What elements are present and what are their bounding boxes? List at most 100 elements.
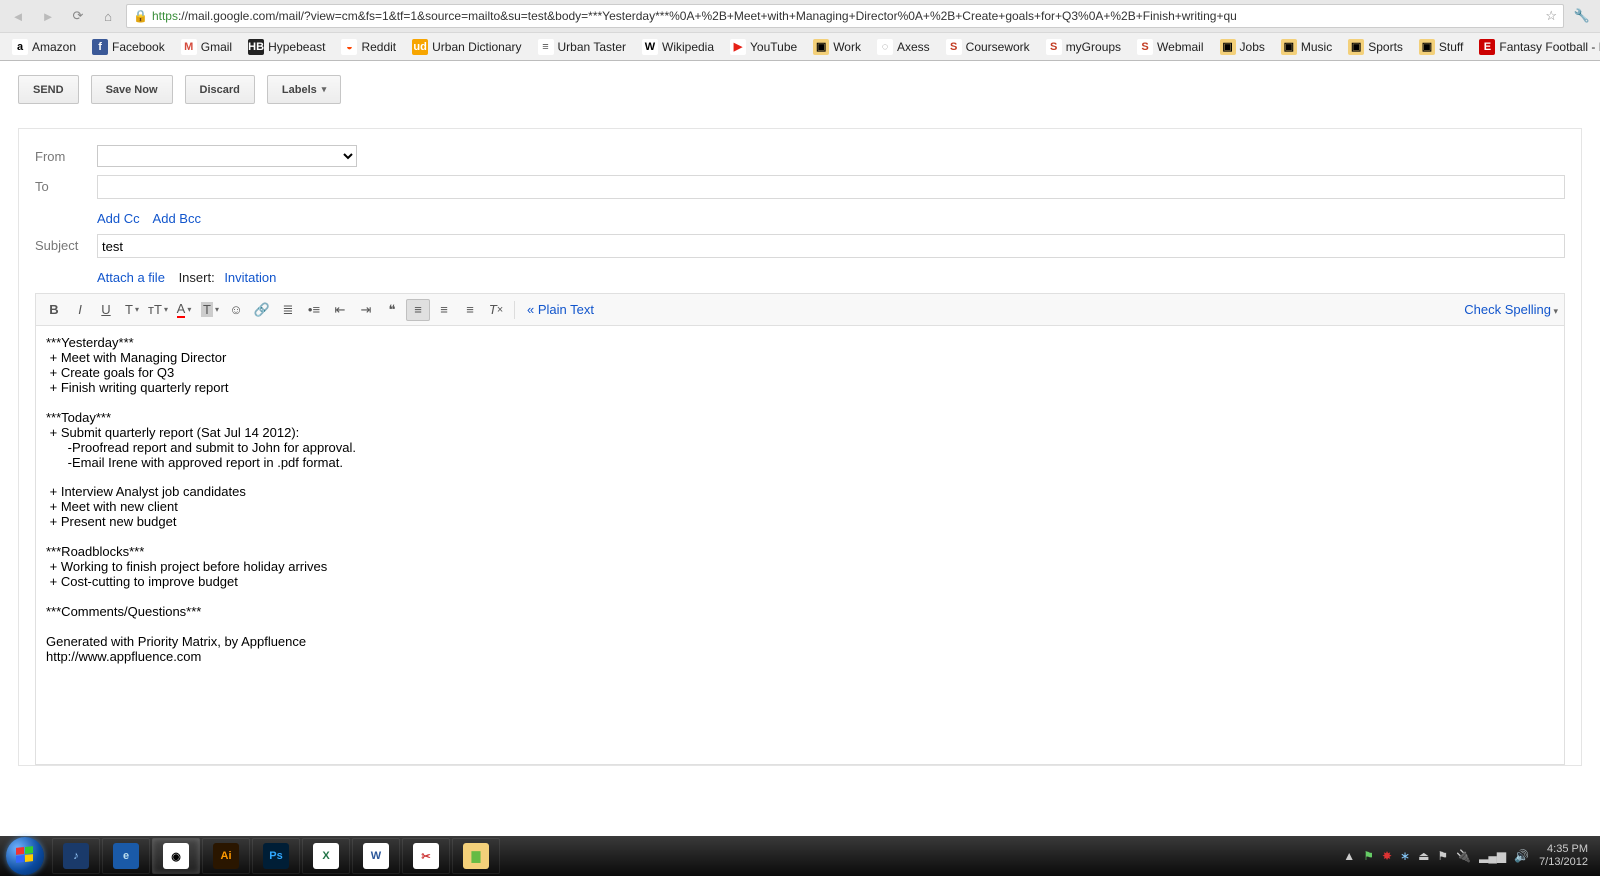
clear-format-button[interactable]: T× (484, 299, 508, 321)
bookmark-icon: ◒ (341, 39, 357, 55)
add-cc-link[interactable]: Add Cc (97, 211, 140, 226)
bookmark-icon: E (1479, 39, 1495, 55)
font-color-button[interactable]: A (172, 299, 196, 321)
bookmark-axess[interactable]: ◌ Axess (871, 37, 936, 57)
tray-sync-icon[interactable]: ✸ (1382, 849, 1392, 863)
highlight-button[interactable]: T (198, 299, 222, 321)
tray-wifi-icon[interactable]: ▂▄▆ (1479, 849, 1506, 863)
underline-button[interactable]: U (94, 299, 118, 321)
bookmark-label: Music (1301, 40, 1332, 54)
invitation-link[interactable]: Invitation (224, 270, 276, 285)
bookmark-fantasy-football-e-[interactable]: E Fantasy Football - E... (1473, 37, 1600, 57)
bookmark-stuff[interactable]: ▣Stuff (1413, 37, 1469, 57)
italic-button[interactable]: I (68, 299, 92, 321)
bold-button[interactable]: B (42, 299, 66, 321)
font-size-button[interactable]: тT (146, 299, 170, 321)
save-now-button[interactable]: Save Now (91, 75, 173, 104)
lock-icon: 🔒 (133, 9, 148, 23)
taskbar-ie[interactable]: e (102, 838, 150, 874)
bookmark-sports[interactable]: ▣Sports (1342, 37, 1409, 57)
bookmark-mygroups[interactable]: SmyGroups (1040, 37, 1127, 57)
taskbar-word[interactable]: W (352, 838, 400, 874)
taskbar-photoshop[interactable]: Ps (252, 838, 300, 874)
tray-bluetooth-icon[interactable]: ∗ (1400, 849, 1410, 863)
subject-input[interactable] (97, 234, 1565, 258)
align-center-button[interactable]: ≡ (432, 299, 456, 321)
bookmark-urban-dictionary[interactable]: udUrban Dictionary (406, 37, 527, 57)
bookmark-facebook[interactable]: fFacebook (86, 37, 171, 57)
bookmarks-bar: aAmazonfFacebookMGmailHBHypebeast ◒ Reddit… (0, 32, 1600, 60)
taskbar-explorer[interactable]: ▇ (452, 838, 500, 874)
align-right-button[interactable]: ≡ (458, 299, 482, 321)
taskbar-itunes[interactable]: ♪ (52, 838, 100, 874)
bookmark-label: Webmail (1157, 40, 1203, 54)
bookmark-jobs[interactable]: ▣Jobs (1214, 37, 1271, 57)
tray-flag-icon[interactable]: ⚑ (1363, 849, 1374, 863)
indent-button[interactable]: ⇥ (354, 299, 378, 321)
bookmark-urban-taster[interactable]: ≡Urban Taster (532, 37, 632, 57)
bookmark-work[interactable]: ▣Work (807, 37, 867, 57)
browser-chrome: ◄ ► ⟳ ⌂ 🔒 https://mail.google.com/mail/?… (0, 0, 1600, 61)
compose-wrap: SEND Save Now Discard Labels From To Add… (0, 61, 1600, 780)
discard-button[interactable]: Discard (185, 75, 255, 104)
bookmark-webmail[interactable]: S Webmail (1131, 37, 1209, 57)
tray-up-icon[interactable]: ▲ (1343, 849, 1355, 863)
taskbar-illustrator[interactable]: Ai (202, 838, 250, 874)
bookmark-reddit[interactable]: ◒ Reddit (335, 37, 402, 57)
forward-button[interactable]: ► (36, 4, 60, 28)
emoji-button[interactable]: ☺ (224, 299, 248, 321)
taskbar-chrome[interactable]: ◉ (152, 838, 200, 874)
tray-power-icon[interactable]: 🔌 (1456, 849, 1471, 863)
outdent-button[interactable]: ⇤ (328, 299, 352, 321)
quote-button[interactable]: ❝ (380, 299, 404, 321)
taskbar-excel[interactable]: X (302, 838, 350, 874)
url-bar[interactable]: 🔒 https://mail.google.com/mail/?view=cm&… (126, 4, 1564, 28)
back-button[interactable]: ◄ (6, 4, 30, 28)
body-editor[interactable]: ***Yesterday*** + Meet with Managing Dir… (35, 325, 1565, 765)
bookmark-coursework[interactable]: SCoursework (940, 37, 1036, 57)
bookmark-icon: ◌ (877, 39, 893, 55)
add-bcc-link[interactable]: Add Bcc (153, 211, 201, 226)
tray-safe-remove-icon[interactable]: ⏏ (1418, 849, 1429, 863)
check-spelling-link[interactable]: Check Spelling (1464, 302, 1558, 317)
numbered-list-button[interactable]: ≣ (276, 299, 300, 321)
bookmark-icon: S (946, 39, 962, 55)
clock[interactable]: 4:35 PM 7/13/2012 (1539, 843, 1588, 869)
to-input[interactable] (97, 175, 1565, 199)
home-button[interactable]: ⌂ (96, 4, 120, 28)
font-family-button[interactable]: T (120, 299, 144, 321)
star-icon[interactable]: ☆ (1545, 8, 1557, 24)
bookmark-hypebeast[interactable]: HBHypebeast (242, 37, 331, 57)
send-button[interactable]: SEND (18, 75, 79, 104)
bookmark-label: Wikipedia (662, 40, 714, 54)
windows-taskbar: ♪e◉AiPsXW ✂▇ ▲ ⚑ ✸ ∗ ⏏ ⚑ 🔌 ▂▄▆ 🔊 4:35 PM … (0, 836, 1600, 876)
wrench-icon[interactable]: 🔧 (1570, 4, 1594, 28)
bookmark-label: Axess (897, 40, 930, 54)
bookmark-amazon[interactable]: aAmazon (6, 37, 82, 57)
bookmark-label: Sports (1368, 40, 1403, 54)
word-icon: W (363, 843, 389, 869)
bookmark-icon: ▣ (1220, 39, 1236, 55)
plain-text-link[interactable]: « Plain Text (527, 302, 594, 317)
start-button[interactable] (6, 837, 44, 875)
bookmark-gmail[interactable]: MGmail (175, 37, 238, 57)
labels-button[interactable]: Labels (267, 75, 341, 104)
link-button[interactable]: 🔗 (250, 299, 274, 321)
reload-button[interactable]: ⟳ (66, 4, 90, 28)
action-bar: SEND Save Now Discard Labels (18, 75, 1582, 104)
attach-link[interactable]: Attach a file (97, 270, 165, 285)
tray-lang-icon[interactable]: ⚑ (1437, 849, 1448, 863)
align-left-button[interactable]: ≡ (406, 299, 430, 321)
bookmark-youtube[interactable]: ▶YouTube (724, 37, 803, 57)
from-select[interactable] (97, 145, 357, 167)
bookmark-label: Reddit (361, 40, 396, 54)
bookmark-wikipedia[interactable]: WWikipedia (636, 37, 720, 57)
bookmark-label: Fantasy Football - E... (1499, 40, 1600, 54)
tray-volume-icon[interactable]: 🔊 (1514, 849, 1529, 863)
insert-label: Insert: (179, 270, 215, 285)
bookmark-icon: S (1137, 39, 1153, 55)
bookmark-music[interactable]: ▣Music (1275, 37, 1338, 57)
bullet-list-button[interactable]: •≡ (302, 299, 326, 321)
bookmark-label: Work (833, 40, 861, 54)
taskbar-snip[interactable]: ✂ (402, 838, 450, 874)
